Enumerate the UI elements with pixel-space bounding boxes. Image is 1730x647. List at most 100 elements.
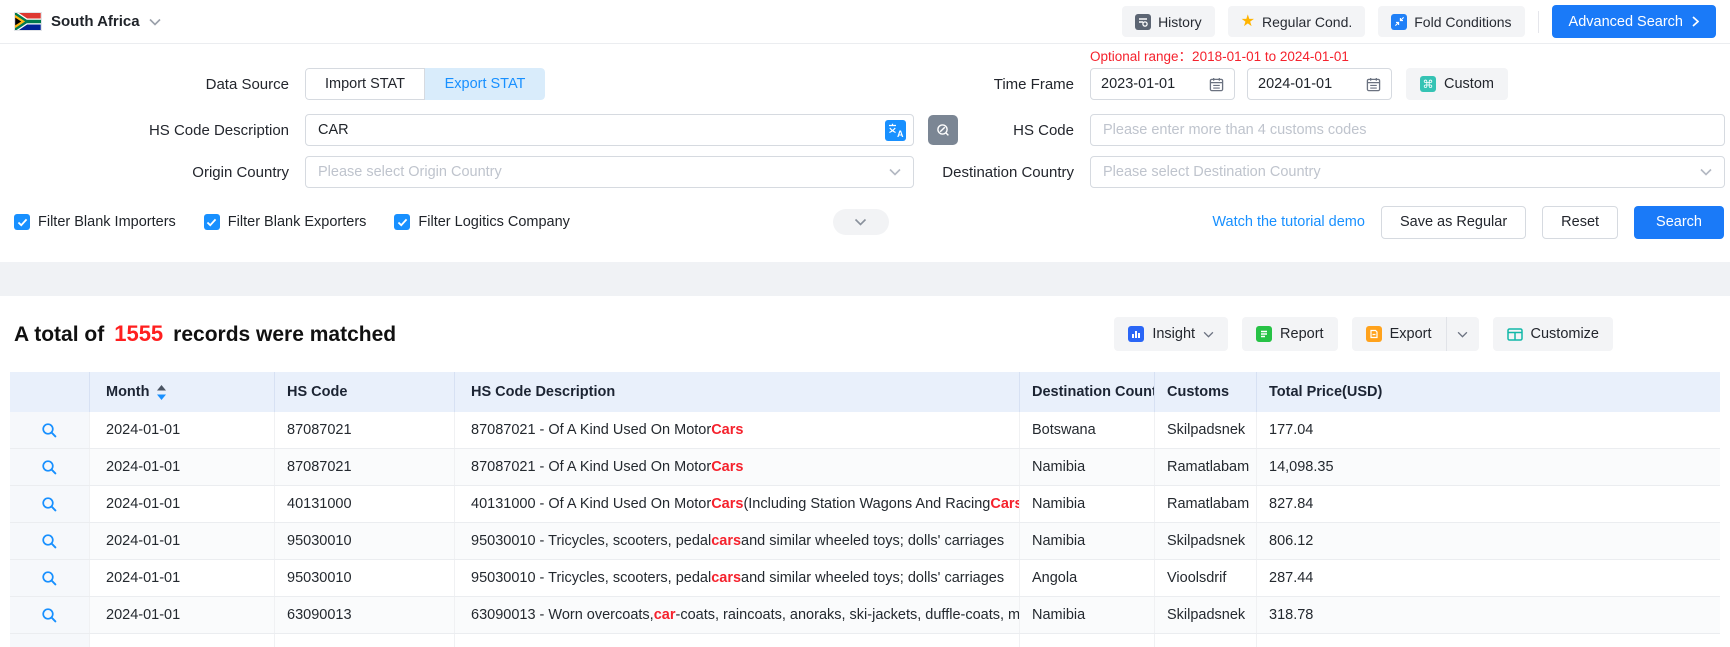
fold-conditions-button[interactable]: Fold Conditions [1378, 6, 1524, 37]
keyword-highlight: Cars [711, 422, 743, 438]
save-as-regular-button[interactable]: Save as Regular [1381, 206, 1526, 239]
cell-hs-code: 95030010 [275, 560, 455, 596]
date-end-input[interactable]: 2024-01-01 [1247, 68, 1392, 100]
hs-desc-input[interactable] [305, 114, 914, 146]
keyword-highlight: cars [711, 533, 741, 549]
results-bar: A total of 1555 records were matched Ins… [0, 296, 1730, 372]
insight-icon [1128, 326, 1144, 342]
cell-customs: Skilpadsnek [1155, 523, 1257, 559]
header-month[interactable]: Month [90, 372, 275, 412]
cell-total-price: 14,098.35 [1257, 449, 1720, 485]
row-magnifier-icon[interactable] [41, 422, 58, 439]
cell-total-price: 827.84 [1257, 486, 1720, 522]
regular-cond-button[interactable]: ★ Regular Cond. [1228, 6, 1366, 37]
cell-hs-code-description: 40131000 - Of A Kind Used On Motor Cars … [455, 486, 1020, 522]
filter-blank-importers-checkbox[interactable]: Filter Blank Importers [14, 214, 176, 230]
keyword-highlight: Cars [990, 496, 1020, 512]
cell-total-price: 287.44 [1257, 560, 1720, 596]
cell-hs-code: 87087021 [275, 412, 455, 448]
table-header: Month HS Code HS Code Description Destin… [10, 372, 1720, 412]
cell-customs: Ramatlabam [1155, 486, 1257, 522]
cell-month: 2024-01-01 [90, 412, 275, 448]
export-button[interactable]: Export [1352, 317, 1446, 351]
cell-month: 2024-01-01 [90, 449, 275, 485]
table-row: 2024-01-018708702187087021 - Of A Kind U… [10, 449, 1720, 486]
cell-empty [1257, 634, 1720, 647]
cell-total-price: 177.04 [1257, 412, 1720, 448]
chevron-down-icon [1203, 331, 1214, 338]
report-icon [1256, 326, 1272, 342]
country-selector[interactable]: South Africa [14, 12, 161, 31]
translate-icon[interactable]: A [885, 120, 906, 141]
custom-range-button[interactable]: ⌘ Custom [1406, 68, 1508, 100]
report-button[interactable]: Report [1242, 317, 1338, 351]
hs-code-input[interactable] [1090, 114, 1725, 146]
header-customs: Customs [1155, 372, 1257, 412]
row-magnifier-icon[interactable] [41, 607, 58, 624]
row-magnifier-icon[interactable] [41, 570, 58, 587]
history-button[interactable]: History [1122, 6, 1215, 37]
row-detail-cell[interactable] [10, 486, 90, 522]
sort-icon[interactable] [157, 385, 166, 400]
row-magnifier-icon[interactable] [41, 533, 58, 550]
search-button[interactable]: Search [1634, 206, 1724, 239]
row-detail-cell[interactable] [10, 560, 90, 596]
results-table: Month HS Code HS Code Description Destin… [10, 372, 1720, 647]
cell-empty [90, 634, 275, 647]
country-name: South Africa [51, 13, 140, 30]
keyword-highlight: cars [711, 570, 741, 586]
row-detail-cell[interactable] [10, 412, 90, 448]
collapse-filters-button[interactable] [833, 209, 889, 235]
row-detail-cell[interactable] [10, 523, 90, 559]
advanced-search-button[interactable]: Advanced Search [1552, 5, 1716, 38]
optional-range-hint: Optional range：2018-01-01 to 2024-01-01 [1090, 48, 1730, 68]
cell-destination-country: Botswana [1020, 412, 1155, 448]
chevron-right-icon [1692, 16, 1699, 27]
cell-month: 2024-01-01 [90, 560, 275, 596]
cell-empty [1020, 634, 1155, 647]
cell-hs-code-description: 63090013 - Worn overcoats, car-coats, ra… [455, 597, 1020, 633]
row-detail-cell[interactable] [10, 597, 90, 633]
header-hs-code-description: HS Code Description [455, 372, 1020, 412]
insight-button[interactable]: Insight [1114, 317, 1228, 351]
import-stat-option[interactable]: Import STAT [305, 68, 425, 100]
cell-destination-country: Namibia [1020, 597, 1155, 633]
chevron-down-icon [889, 168, 901, 176]
export-menu-button[interactable] [1447, 317, 1479, 351]
date-start-input[interactable]: 2023-01-01 [1090, 68, 1235, 100]
results-count: 1555 [114, 321, 163, 347]
cell-destination-country: Namibia [1020, 449, 1155, 485]
table-row: 2024-01-019503001095030010 - Tricycles, … [10, 523, 1720, 560]
results-actions: Insight Report Export Cu [1114, 317, 1613, 351]
row-detail-cell[interactable] [10, 449, 90, 485]
cell-hs-code: 95030010 [275, 523, 455, 559]
tutorial-demo-link[interactable]: Watch the tutorial demo [1212, 214, 1365, 230]
reset-button[interactable]: Reset [1542, 206, 1618, 239]
cell-month: 2024-01-01 [90, 523, 275, 559]
origin-country-label: Origin Country [0, 164, 289, 181]
cell-hs-code-description: 87087021 - Of A Kind Used On Motor Cars [455, 412, 1020, 448]
filter-logitics-company-checkbox[interactable]: Filter Logitics Company [394, 214, 570, 230]
origin-country-select[interactable]: Please select Origin Country [305, 156, 914, 188]
search-mode-icon[interactable] [928, 115, 958, 145]
row-magnifier-icon[interactable] [41, 459, 58, 476]
cell-destination-country: Namibia [1020, 523, 1155, 559]
export-icon [1366, 326, 1382, 342]
cell-hs-code-description: 87087021 - Of A Kind Used On Motor Cars [455, 449, 1020, 485]
cell-empty [1155, 634, 1257, 647]
cell-total-price: 806.12 [1257, 523, 1720, 559]
row-magnifier-icon[interactable] [41, 496, 58, 513]
cell-empty [455, 634, 1020, 647]
calendar-icon [1366, 77, 1381, 92]
customize-button[interactable]: Customize [1493, 317, 1614, 351]
header-hs-code: HS Code [275, 372, 455, 412]
export-button-group: Export [1352, 317, 1479, 351]
star-icon: ★ [1241, 14, 1255, 30]
table-row: 2024-01-014013100040131000 - Of A Kind U… [10, 486, 1720, 523]
cell-empty [10, 634, 90, 647]
export-stat-option[interactable]: Export STAT [425, 68, 545, 100]
destination-country-select[interactable]: Please select Destination Country [1090, 156, 1725, 188]
filter-blank-exporters-checkbox[interactable]: Filter Blank Exporters [204, 214, 367, 230]
section-divider [0, 262, 1730, 296]
data-source-label: Data Source [0, 76, 289, 93]
